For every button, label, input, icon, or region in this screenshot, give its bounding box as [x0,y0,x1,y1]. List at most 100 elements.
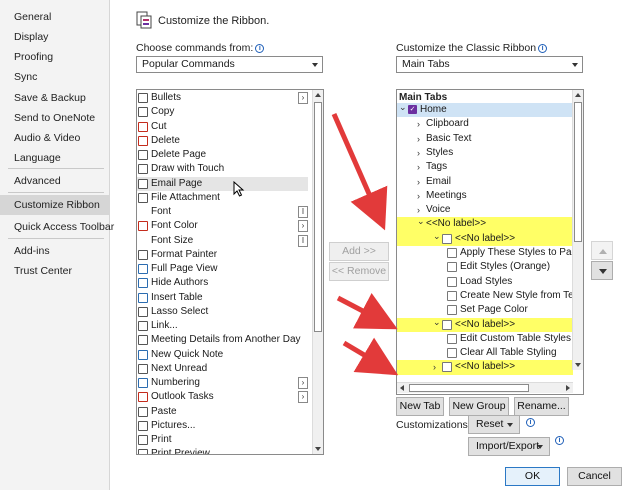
scroll-thumb[interactable] [314,102,322,332]
command-item[interactable]: Pictures... [137,419,308,433]
tree-hscrollbar[interactable] [397,382,573,393]
command-item[interactable]: New Quick Note [137,348,308,362]
tree-item[interactable]: ⌄ <<No label>> [397,315,573,332]
scroll-down-icon[interactable] [315,447,321,451]
add-button[interactable]: Add >> [329,242,389,261]
new-tab-button[interactable]: New Tab [396,397,444,416]
tree-item[interactable]: Edit Styles (Orange) [397,260,573,274]
tree-item[interactable]: › Meetings [397,189,573,203]
checkbox-checked-icon[interactable]: ✓ [408,105,417,114]
tree-item[interactable]: › Clipboard [397,117,573,131]
scroll-thumb[interactable] [574,102,582,242]
commands-list[interactable]: Bullets › Copy Cut Delete Delete Page Draw wit… [136,89,324,455]
tree-item[interactable]: ⌄ <<No label>> [397,229,573,246]
tree-item[interactable]: › <<No label>> [397,360,573,375]
info-icon[interactable]: i [555,436,564,445]
import-export-button[interactable]: Import/Export [468,437,550,456]
choose-commands-dropdown[interactable]: Popular Commands [136,56,323,73]
command-item[interactable]: Full Page View [137,262,308,276]
command-item[interactable]: Font Color › [137,219,308,233]
nav-item-general[interactable]: General [0,7,109,27]
chevron-down-icon[interactable]: ⌄ [417,214,425,228]
tree-item[interactable]: › Tags [397,160,573,174]
scroll-down-icon[interactable] [575,363,581,367]
scroll-up-icon[interactable] [575,93,581,97]
cancel-button[interactable]: Cancel [567,467,622,486]
tree-item[interactable]: Set Page Color [397,303,573,317]
command-item[interactable]: Delete [137,134,308,148]
chevron-right-icon[interactable]: › [417,132,420,146]
nav-item-language[interactable]: Language [0,148,109,168]
nav-item-save-backup[interactable]: Save & Backup [0,88,109,108]
customize-ribbon-dropdown[interactable]: Main Tabs [396,56,583,73]
command-item[interactable]: Outlook Tasks › [137,390,308,404]
command-item[interactable]: Meeting Details from Another Day [137,333,308,347]
command-item[interactable]: Email Page [137,176,308,191]
tree-item[interactable]: Clear All Table Styling [397,346,573,360]
tree-item[interactable]: › Basic Text [397,132,573,146]
command-item[interactable]: Insert Table [137,291,308,305]
command-item[interactable]: Delete Page [137,148,308,162]
tree-item[interactable]: Edit Custom Table Styles [397,332,573,346]
command-item[interactable]: Link... [137,319,308,333]
tree-item[interactable]: Create New Style from Text [397,289,582,303]
chevron-right-icon[interactable]: › [417,175,420,189]
scroll-up-icon[interactable] [315,93,321,97]
remove-button[interactable]: << Remove [329,262,389,281]
tree-item[interactable]: Load Styles [397,275,573,289]
tree-item[interactable]: › Email [397,175,573,189]
chevron-right-icon[interactable]: › [417,160,420,174]
command-item[interactable]: Print [137,433,308,447]
command-item[interactable]: Next Unread [137,362,308,376]
ribbon-tree[interactable]: Main Tabs ⌄ ✓ Home › Clipboard › Basic Text › St… [396,89,584,395]
nav-item-quick-access-toolbar[interactable]: Quick Access Toolbar [0,217,114,237]
scroll-right-icon[interactable] [566,385,570,391]
command-item[interactable]: Hide Authors [137,276,308,290]
nav-item-audio-video[interactable]: Audio & Video [0,128,109,148]
command-item[interactable]: Print Preview [137,447,308,454]
nav-item-trust-center[interactable]: Trust Center [0,261,109,281]
tree-item[interactable]: ⌄ ✓ Home [397,100,573,118]
command-item[interactable]: Bullets › [137,91,308,105]
commands-scrollbar[interactable] [312,90,323,454]
nav-item-add-ins[interactable]: Add-ins [0,241,109,261]
tree-scrollbar[interactable] [572,90,583,370]
command-item[interactable]: Font I [137,205,308,219]
scroll-left-icon[interactable] [400,385,404,391]
rename-button[interactable]: Rename... [514,397,569,416]
move-down-button[interactable] [591,261,613,280]
command-item[interactable]: Draw with Touch [137,162,308,176]
ok-button[interactable]: OK [505,467,560,486]
command-item[interactable]: Cut [137,120,308,134]
tree-item[interactable]: › Styles [397,146,573,160]
command-item[interactable]: Numbering › [137,376,308,390]
command-item[interactable]: Copy [137,105,308,119]
nav-item-sync[interactable]: Sync [0,67,109,87]
tree-item[interactable]: ⌄ <<No label>> [397,214,573,232]
command-item[interactable]: Format Painter [137,248,308,262]
scroll-thumb[interactable] [409,384,529,392]
command-item[interactable]: Lasso Select [137,305,308,319]
new-group-button[interactable]: New Group [449,397,509,416]
reset-button[interactable]: Reset [468,415,520,434]
chevron-down-icon[interactable]: ⌄ [433,229,441,243]
chevron-right-icon[interactable]: › [417,189,420,203]
info-icon[interactable]: i [526,418,535,427]
nav-item-display[interactable]: Display [0,27,109,47]
info-icon[interactable]: i [255,44,265,53]
chevron-down-icon[interactable]: ⌄ [433,315,441,329]
chevron-right-icon[interactable]: › [417,146,420,160]
move-up-button[interactable] [591,241,613,260]
nav-item-advanced[interactable]: Advanced [0,171,109,191]
command-item[interactable]: File Attachment [137,191,308,205]
chevron-right-icon[interactable]: › [417,117,420,131]
chevron-down-icon[interactable]: ⌄ [399,100,407,114]
info-icon[interactable]: i [538,44,548,53]
command-item[interactable]: Font Size I [137,234,308,248]
tree-item[interactable]: Apply These Styles to Page [397,246,583,260]
nav-item-send-to-onenote[interactable]: Send to OneNote [0,108,109,128]
nav-item-customize-ribbon[interactable]: Customize Ribbon [0,195,109,215]
command-item[interactable]: Paste [137,405,308,419]
nav-item-proofing[interactable]: Proofing [0,47,109,67]
chevron-right-icon[interactable]: › [433,360,436,374]
